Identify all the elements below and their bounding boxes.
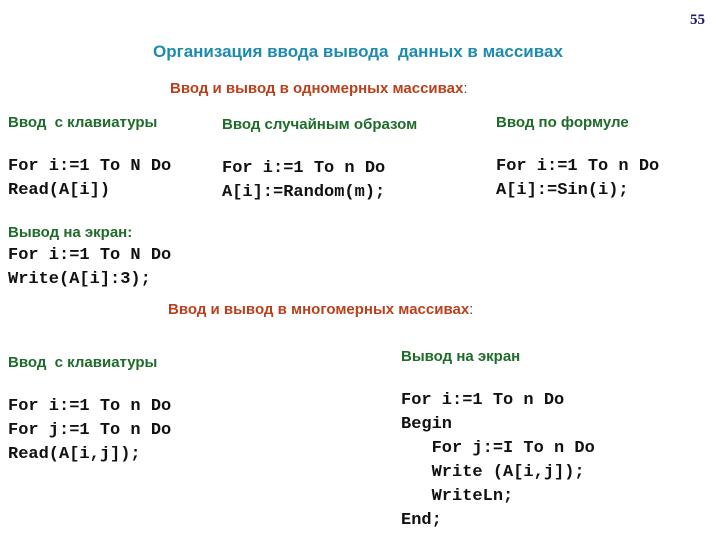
label-screen-output: Вывод на экран: bbox=[8, 224, 133, 241]
code-keyboard-input: For i:=1 To N Do Read(A[i]) bbox=[8, 157, 172, 200]
label-multi-screen-output: Вывод на экран bbox=[401, 348, 521, 365]
code-multi-screen-output: For i:=1 To n Do Begin For j:=I To n Do … bbox=[401, 391, 595, 530]
section-heading-text: Ввод и вывод в одномерных массивах bbox=[170, 80, 464, 97]
page-number: 55 bbox=[690, 12, 705, 28]
section-heading-colon: : bbox=[469, 301, 474, 318]
code-multi-keyboard-input: For i:=1 To n Do For j:=1 To n Do Read(A… bbox=[8, 397, 172, 464]
code-screen-output: For i:=1 To N Do Write(A[i]:3); bbox=[8, 246, 172, 289]
section-heading-multi-dim: Ввод и вывод в многомерных массивах: bbox=[168, 301, 473, 318]
code-random-input: For i:=1 To n Do A[i]:=Random(m); bbox=[222, 159, 386, 202]
label-keyboard-input: Ввод с клавиатуры bbox=[8, 114, 158, 131]
page-title: Организация ввода вывода данных в массив… bbox=[153, 42, 563, 61]
section-heading-colon: : bbox=[463, 80, 468, 97]
label-multi-keyboard-input: Ввод с клавиатуры bbox=[8, 354, 158, 371]
section-heading-one-dim: Ввод и вывод в одномерных массивах: bbox=[170, 80, 468, 97]
code-formula-input: For i:=1 To n Do A[i]:=Sin(i); bbox=[496, 157, 660, 200]
label-formula-input: Ввод по формуле bbox=[496, 114, 629, 131]
label-random-input: Ввод случайным образом bbox=[222, 116, 418, 133]
section-heading-text: Ввод и вывод в многомерных массивах bbox=[168, 301, 470, 318]
